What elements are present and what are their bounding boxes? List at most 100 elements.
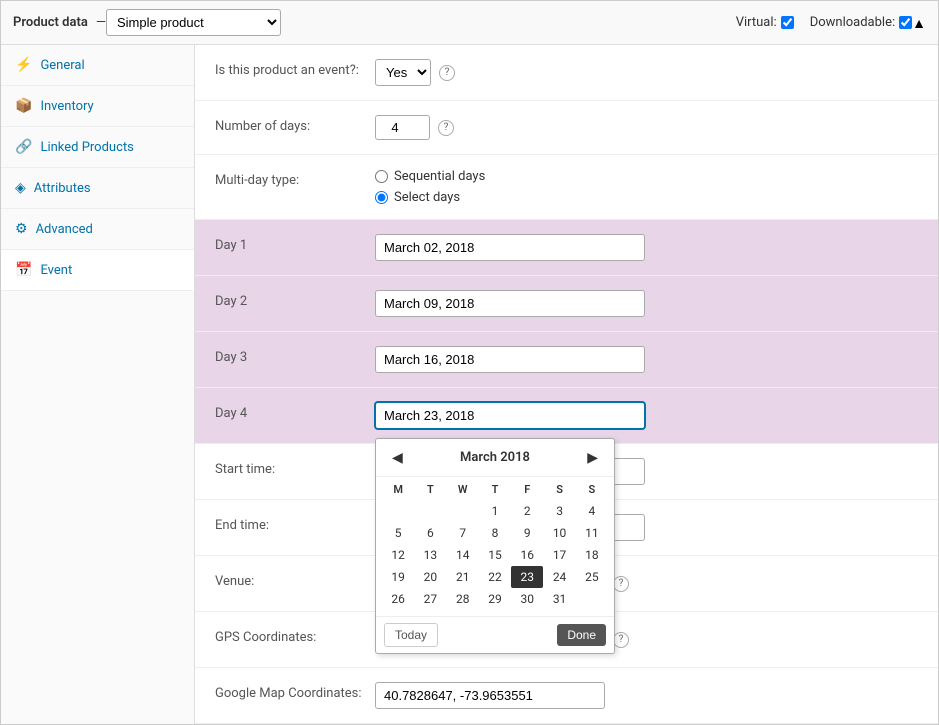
calendar-day-22[interactable]: 22	[479, 566, 511, 588]
day3-row: Day 3	[195, 332, 938, 388]
weekday-w: W	[447, 483, 479, 496]
num-days-input[interactable]	[375, 115, 430, 140]
calendar-next-button[interactable]: ▶	[581, 447, 604, 468]
sidebar-item-linked-products[interactable]: 🔗 Linked Products	[1, 127, 194, 168]
calendar-day-14[interactable]: 14	[447, 544, 479, 566]
day2-input[interactable]	[375, 290, 645, 317]
sidebar-item-general[interactable]: ⚡ General	[1, 45, 194, 86]
linked-products-icon: 🔗	[15, 139, 32, 155]
sequential-days-text: Sequential days	[394, 169, 485, 184]
calendar-day-11[interactable]: 11	[576, 522, 608, 544]
day1-input[interactable]	[375, 234, 645, 261]
calendar-day-empty	[576, 588, 608, 610]
downloadable-checkbox-label[interactable]: Downloadable:	[810, 15, 912, 30]
sidebar-item-label: General	[40, 58, 84, 73]
downloadable-label: Downloadable:	[810, 15, 895, 30]
calendar-day-9[interactable]: 9	[511, 522, 543, 544]
calendar-day-6[interactable]: 6	[414, 522, 446, 544]
is-event-help-icon[interactable]: ?	[439, 65, 455, 81]
calendar-today-button[interactable]: Today	[384, 623, 438, 647]
calendar-day-25[interactable]: 25	[576, 566, 608, 588]
calendar-day-18[interactable]: 18	[576, 544, 608, 566]
sidebar-item-label: Attributes	[34, 181, 91, 196]
day1-field	[375, 234, 918, 261]
day3-label: Day 3	[215, 346, 375, 365]
calendar-day-24[interactable]: 24	[543, 566, 575, 588]
is-event-select[interactable]: Yes	[375, 59, 431, 86]
calendar-day-28[interactable]: 28	[447, 588, 479, 610]
venue-label: Venue:	[215, 570, 375, 589]
sequential-days-radio[interactable]	[375, 170, 388, 183]
calendar-day-21[interactable]: 21	[447, 566, 479, 588]
calendar-day-5[interactable]: 5	[382, 522, 414, 544]
sidebar-item-event[interactable]: 📅 Event	[1, 250, 194, 291]
collapse-button[interactable]: ▲	[912, 15, 926, 31]
multiday-radio-group: Sequential days Select days	[375, 169, 485, 205]
calendar-done-button[interactable]: Done	[557, 624, 606, 646]
calendar-day-10[interactable]: 10	[543, 522, 575, 544]
main-content: Is this product an event?: Yes ? Number …	[195, 45, 938, 724]
venue-help-icon[interactable]: ?	[613, 576, 629, 592]
calendar-day-13[interactable]: 13	[414, 544, 446, 566]
multiday-field: Sequential days Select days	[375, 169, 918, 205]
calendar-day-7[interactable]: 7	[447, 522, 479, 544]
google-map-input[interactable]	[375, 682, 605, 709]
panel-header: Product data — Simple productGrouped pro…	[1, 1, 938, 45]
virtual-checkbox[interactable]	[781, 16, 794, 29]
num-days-help-icon[interactable]: ?	[438, 120, 454, 136]
weekday-s1: S	[543, 483, 575, 496]
sidebar-item-label: Linked Products	[40, 140, 133, 155]
is-event-field: Yes ?	[375, 59, 918, 86]
calendar-day-17[interactable]: 17	[543, 544, 575, 566]
virtual-checkbox-label[interactable]: Virtual:	[736, 15, 794, 30]
gps-label: GPS Coordinates:	[215, 626, 375, 645]
weekday-m: M	[382, 483, 414, 496]
calendar-day-12[interactable]: 12	[382, 544, 414, 566]
calendar-day-19[interactable]: 19	[382, 566, 414, 588]
calendar-day-26[interactable]: 26	[382, 588, 414, 610]
weekday-t1: T	[414, 483, 446, 496]
calendar-day-8[interactable]: 8	[479, 522, 511, 544]
day4-input[interactable]	[375, 402, 645, 429]
day4-field: ◀ March 2018 ▶ M T W T F	[375, 402, 918, 429]
weekday-f: F	[511, 483, 543, 496]
calendar-day-4[interactable]: 4	[576, 500, 608, 522]
calendar-day-16[interactable]: 16	[511, 544, 543, 566]
calendar-day-29[interactable]: 29	[479, 588, 511, 610]
gps-help-icon[interactable]: ?	[613, 632, 629, 648]
day1-label: Day 1	[215, 234, 375, 253]
downloadable-checkbox[interactable]	[899, 16, 912, 29]
calendar-day-20[interactable]: 20	[414, 566, 446, 588]
day3-input[interactable]	[375, 346, 645, 373]
is-event-label: Is this product an event?:	[215, 59, 375, 78]
calendar-day-1[interactable]: 1	[479, 500, 511, 522]
sequential-days-radio-label[interactable]: Sequential days	[375, 169, 485, 184]
virtual-label: Virtual:	[736, 15, 777, 30]
calendar-days-grid: 1234567891011121314151617181920212223242…	[382, 500, 608, 610]
calendar-day-2[interactable]: 2	[511, 500, 543, 522]
select-days-radio-label[interactable]: Select days	[375, 190, 485, 205]
sidebar-item-advanced[interactable]: ⚙ Advanced	[1, 209, 194, 250]
calendar-day-3[interactable]: 3	[543, 500, 575, 522]
sidebar-item-attributes[interactable]: ◈ Attributes	[1, 168, 194, 209]
calendar-weekdays: M T W T F S S	[382, 483, 608, 496]
multiday-row: Multi-day type: Sequential days Select d…	[195, 155, 938, 220]
calendar-day-30[interactable]: 30	[511, 588, 543, 610]
calendar-day-15[interactable]: 15	[479, 544, 511, 566]
product-data-panel: Product data — Simple productGrouped pro…	[0, 0, 939, 725]
select-days-text: Select days	[394, 190, 460, 205]
calendar-prev-button[interactable]: ◀	[386, 447, 409, 468]
num-days-label: Number of days:	[215, 115, 375, 134]
select-days-radio[interactable]	[375, 191, 388, 204]
weekday-t2: T	[479, 483, 511, 496]
start-time-label: Start time:	[215, 458, 375, 477]
calendar-popup: ◀ March 2018 ▶ M T W T F	[375, 438, 615, 654]
calendar-day-31[interactable]: 31	[543, 588, 575, 610]
sidebar-item-inventory[interactable]: 📦 Inventory	[1, 86, 194, 127]
day2-row: Day 2	[195, 276, 938, 332]
sidebar-item-label: Event	[40, 263, 72, 278]
calendar-day-27[interactable]: 27	[414, 588, 446, 610]
day4-row: Day 4 ◀ March 2018 ▶	[195, 388, 938, 444]
calendar-day-23[interactable]: 23	[511, 566, 543, 588]
product-type-select[interactable]: Simple productGrouped productExternal/Af…	[106, 9, 281, 36]
